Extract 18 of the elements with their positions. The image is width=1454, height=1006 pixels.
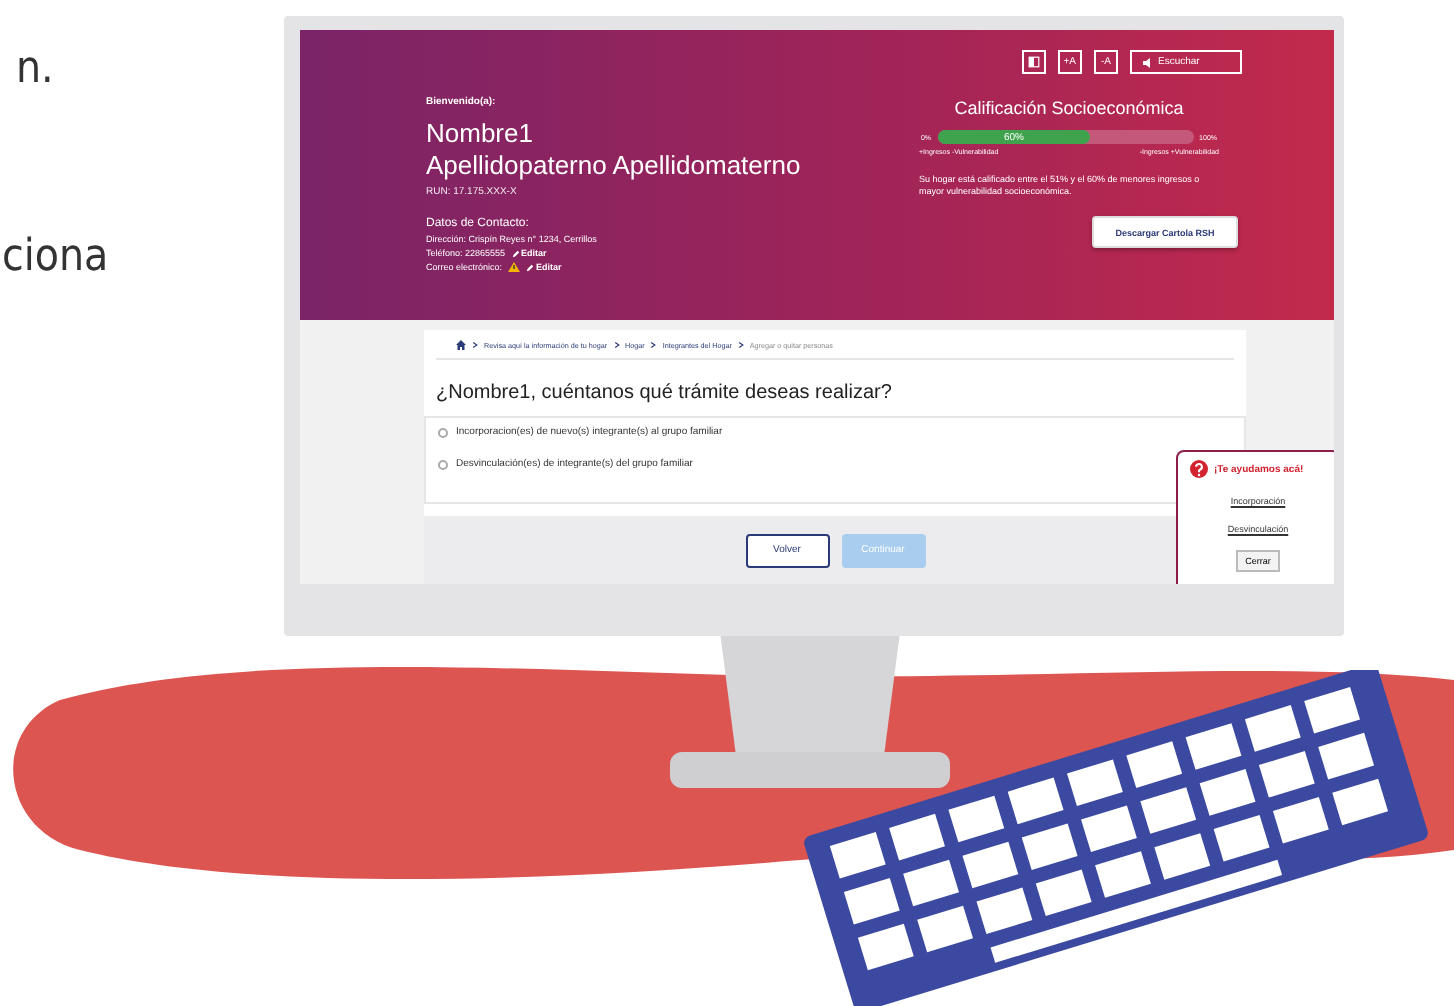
radio-button[interactable] bbox=[438, 459, 448, 469]
contrast-icon bbox=[1027, 56, 1040, 68]
first-name: Nombre1 bbox=[426, 118, 535, 150]
chevron-icon bbox=[472, 342, 478, 348]
chevron-icon bbox=[650, 342, 657, 348]
score-title: Calificación Socioeconómica bbox=[954, 98, 1184, 118]
cut-text: ciona bbox=[2, 232, 109, 282]
speaker-icon bbox=[1142, 57, 1152, 67]
chevron-icon bbox=[737, 342, 744, 348]
question-heading: ¿Nombre1, cuéntanos qué trámite deseas realizar? bbox=[436, 382, 894, 404]
contrast-button[interactable] bbox=[1021, 50, 1046, 74]
chevron-icon bbox=[613, 342, 620, 348]
home-icon[interactable] bbox=[456, 340, 466, 350]
cut-text: n. bbox=[16, 44, 54, 94]
last-names: Apellidopaterno Apellidomaterno bbox=[426, 150, 803, 182]
help-icon bbox=[1190, 460, 1208, 478]
radio-button[interactable] bbox=[438, 427, 448, 437]
warning-icon bbox=[508, 262, 521, 272]
